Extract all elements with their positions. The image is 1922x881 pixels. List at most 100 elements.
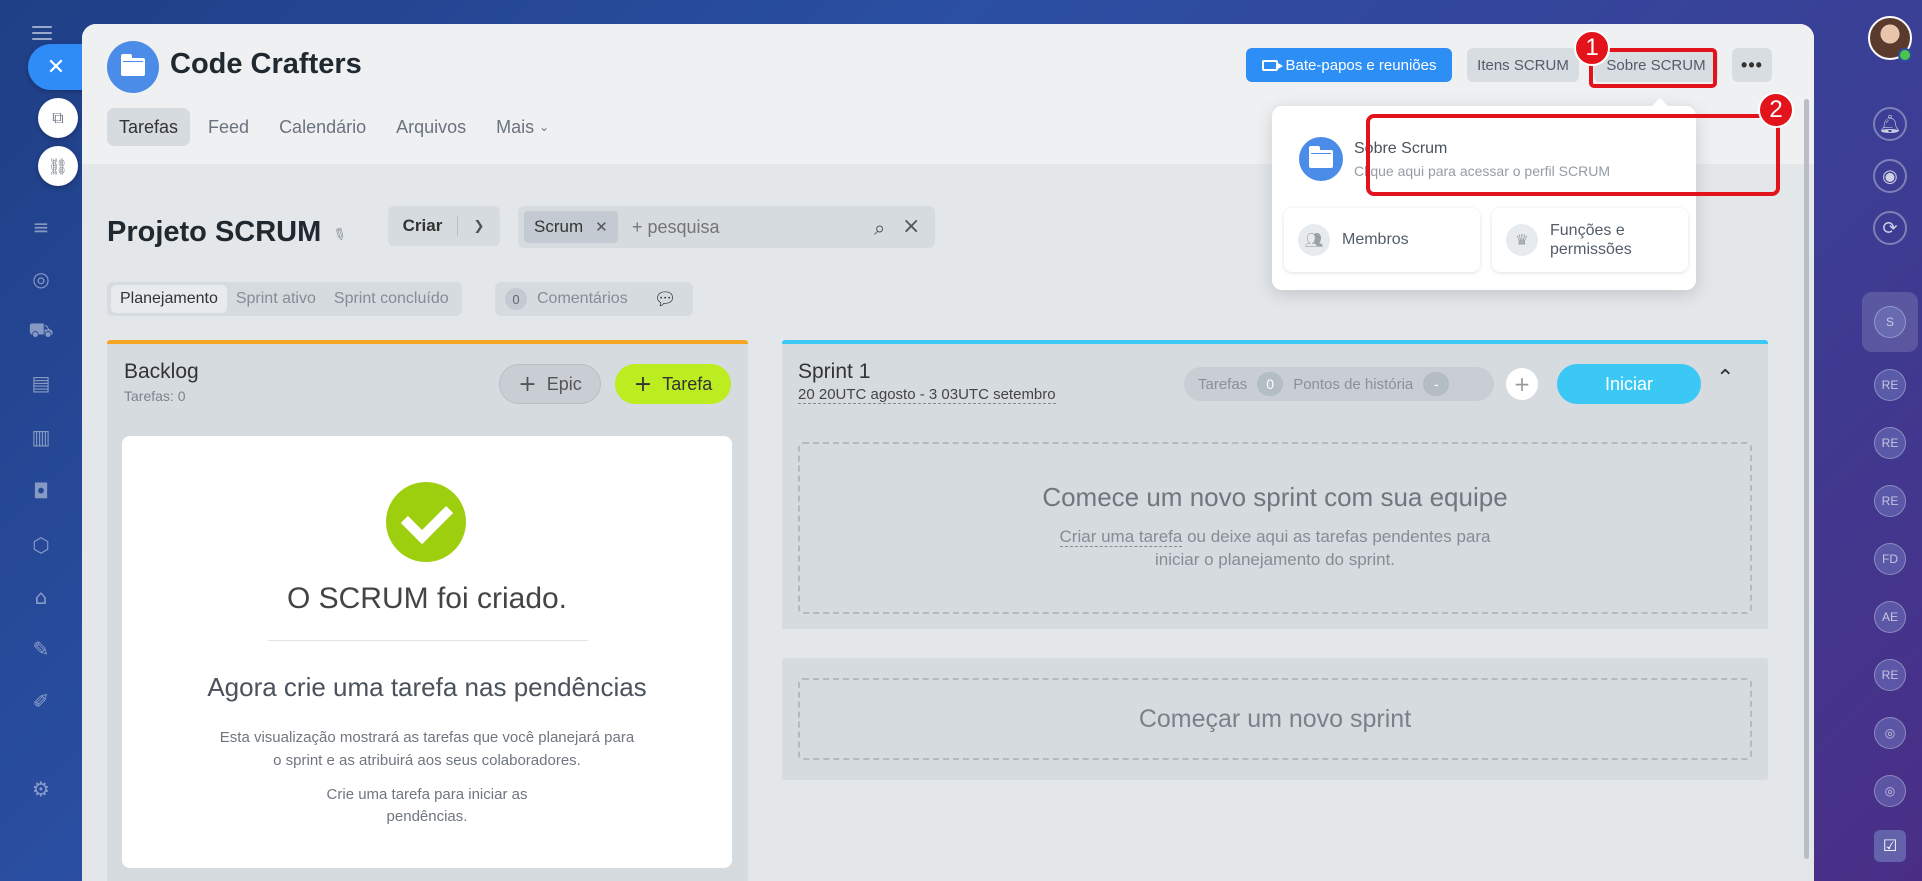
step-badge-2: 2 (1758, 92, 1794, 128)
add-task-button[interactable]: + Tarefa (615, 364, 731, 404)
create-task-link[interactable]: Criar uma tarefa (1059, 527, 1183, 547)
tab-feed[interactable]: Feed (196, 108, 261, 146)
chat-avatar[interactable]: RE (1874, 427, 1906, 459)
chevron-down-icon[interactable]: ❯ (458, 218, 500, 234)
contact-card-icon[interactable]: ▤ (26, 368, 56, 398)
chat-avatar[interactable]: RE (1874, 369, 1906, 401)
backlog-task-count: Tarefas: 0 (124, 388, 186, 404)
add-epic-label: Epic (546, 373, 582, 394)
dropzone-title: Comece um novo sprint com sua equipe (1042, 482, 1508, 512)
search-icon[interactable]: ⌕ (874, 216, 885, 240)
create-button-label[interactable]: Criar (388, 216, 458, 236)
plus-icon: + (518, 371, 537, 397)
highlight-box-about-item (1366, 114, 1780, 196)
filter-chip-label: Scrum (534, 217, 584, 236)
robot-icon[interactable]: ◘ (26, 476, 56, 506)
chat-avatar[interactable]: FD (1874, 543, 1906, 575)
sprint-tasks-value: 0 (1257, 372, 1284, 396)
new-sprint-column: Começar um novo sprint (782, 658, 1768, 780)
collapse-chevron-icon[interactable]: ⌃ (1716, 366, 1734, 391)
roles-permissions-tile[interactable]: ♛ Funções e permissões (1492, 208, 1688, 272)
box-icon[interactable]: ⬡ (26, 530, 56, 560)
online-status-dot (1898, 48, 1912, 62)
members-tile[interactable]: 👥︎ Membros (1284, 208, 1480, 272)
chat-bubble-icon[interactable]: 💬︎ (654, 289, 677, 310)
comments-button[interactable]: 0 Comentários 💬︎ (495, 282, 693, 316)
search-bar[interactable]: Scrum ✕ ⌕ × (518, 206, 935, 248)
store-icon[interactable]: ⌂ (26, 582, 56, 612)
tab-mais[interactable]: Mais ⌄ (484, 108, 561, 146)
add-epic-button[interactable]: + Epic (499, 364, 601, 404)
backlog-title: Backlog (124, 360, 199, 383)
pin-icon[interactable]: ✎ (329, 223, 350, 246)
sign-icon[interactable]: ✎ (26, 634, 56, 664)
comments-count: 0 (505, 288, 527, 310)
step-badge-1: 1 (1574, 30, 1610, 66)
more-options-button[interactable]: ••• (1732, 48, 1772, 82)
target-icon[interactable]: ◎ (26, 264, 56, 294)
start-sprint-button[interactable]: Iniciar (1557, 364, 1701, 404)
scrum-items-button[interactable]: Itens SCRUM (1467, 48, 1579, 82)
create-button[interactable]: Criar ❯ (388, 206, 500, 246)
copy-link-icon[interactable]: ⛓ (38, 146, 78, 186)
people-icon: 👥︎ (1298, 224, 1330, 256)
view-subtabs: Planejamento Sprint ativo Sprint concluí… (107, 282, 462, 316)
tab-calendario[interactable]: Calendário (267, 108, 378, 146)
tasks-checkbox-icon[interactable]: ☑ (1874, 830, 1906, 862)
clear-search-icon[interactable]: × (902, 214, 920, 239)
filter-chip[interactable]: Scrum ✕ (524, 211, 618, 243)
open-new-window-icon[interactable]: ⧉ (38, 98, 78, 138)
project-avatar (1299, 137, 1343, 181)
sprint-title[interactable]: Sprint 1 (798, 360, 870, 384)
sprint-tasks-label: Tarefas (1198, 375, 1248, 393)
empty-state-description: Esta visualização mostrará as tarefas qu… (219, 729, 635, 769)
divider (268, 640, 588, 641)
sprint-dates[interactable]: 20 20UTC agosto - 3 03UTC setembro (798, 386, 1056, 404)
subtab-sprint-concluido[interactable]: Sprint concluído (325, 285, 458, 313)
project-avatar[interactable] (107, 41, 159, 93)
scrollbar[interactable] (1804, 99, 1809, 859)
right-sidebar: 🔔︎ ◉ ⟳ S RE RE RE FD AE RE ◎ ◎ ☑ (1814, 0, 1922, 881)
backlog-column: Backlog Tarefas: 0 + Epic + Tarefa O SCR… (107, 340, 748, 881)
backlog-empty-state: O SCRUM foi criado. Agora crie uma taref… (122, 436, 732, 868)
settings-icon[interactable]: ⚙ (26, 774, 56, 804)
close-icon: ✕ (46, 54, 66, 80)
subtab-planejamento[interactable]: Planejamento (111, 285, 227, 313)
left-sidebar: ✕ ⧉ ⛓ ≡ ◎ ⛟ ▤ ▥ ◘ ⬡ ⌂ ✎ ✐ ⚙ (0, 0, 106, 881)
chat-avatar[interactable]: RE (1874, 659, 1906, 691)
chevron-down-icon: ⌄ (539, 120, 550, 134)
chat-avatar[interactable]: AE (1874, 601, 1906, 633)
chat-channel-icon[interactable]: ◎ (1874, 775, 1906, 807)
remove-filter-icon[interactable]: ✕ (595, 218, 608, 236)
folder-icon (121, 54, 145, 76)
menu-icon[interactable] (32, 26, 52, 40)
comments-label: Comentários (537, 290, 628, 307)
empty-state-subtitle: Agora crie uma tarefa nas pendências (207, 672, 647, 702)
story-points-value: - (1423, 372, 1450, 396)
tab-tarefas[interactable]: Tarefas (107, 108, 191, 146)
search-input[interactable] (632, 206, 832, 248)
plus-icon: + (633, 371, 653, 397)
chat-avatar[interactable]: RE (1874, 485, 1906, 517)
filter-icon[interactable]: ≡ (26, 212, 56, 242)
add-to-sprint-button[interactable]: + (1506, 368, 1538, 400)
tab-arquivos[interactable]: Arquivos (384, 108, 478, 146)
chat-channel-icon[interactable]: ◎ (1874, 717, 1906, 749)
story-points-label: Pontos de história (1293, 375, 1414, 393)
members-label: Membros (1342, 231, 1409, 248)
sprint-stats: Tarefas 0 Pontos de história - (1184, 367, 1494, 401)
cart-icon[interactable]: ⛟ (26, 316, 56, 346)
add-task-label: Tarefa (662, 373, 713, 394)
chats-and-meetings-button[interactable]: Bate-papos e reuniões (1246, 48, 1452, 82)
chat-avatar[interactable]: S (1874, 306, 1906, 338)
sprint-dropzone[interactable]: Comece um novo sprint com sua equipe Cri… (798, 442, 1752, 614)
edit-doc-icon[interactable]: ✐ (26, 686, 56, 716)
sync-chat-icon[interactable]: ⟳ (1873, 211, 1907, 245)
notifications-bell-icon[interactable]: 🔔︎ (1873, 107, 1907, 141)
subtab-sprint-ativo[interactable]: Sprint ativo (227, 285, 325, 313)
bar-chart-icon[interactable]: ▥ (26, 422, 56, 452)
chats-button-label: Bate-papos e reuniões (1285, 56, 1437, 74)
page-title: Projeto SCRUM (107, 216, 322, 248)
start-new-sprint-zone[interactable]: Começar um novo sprint (798, 678, 1752, 760)
copilot-icon[interactable]: ◉ (1873, 159, 1907, 193)
